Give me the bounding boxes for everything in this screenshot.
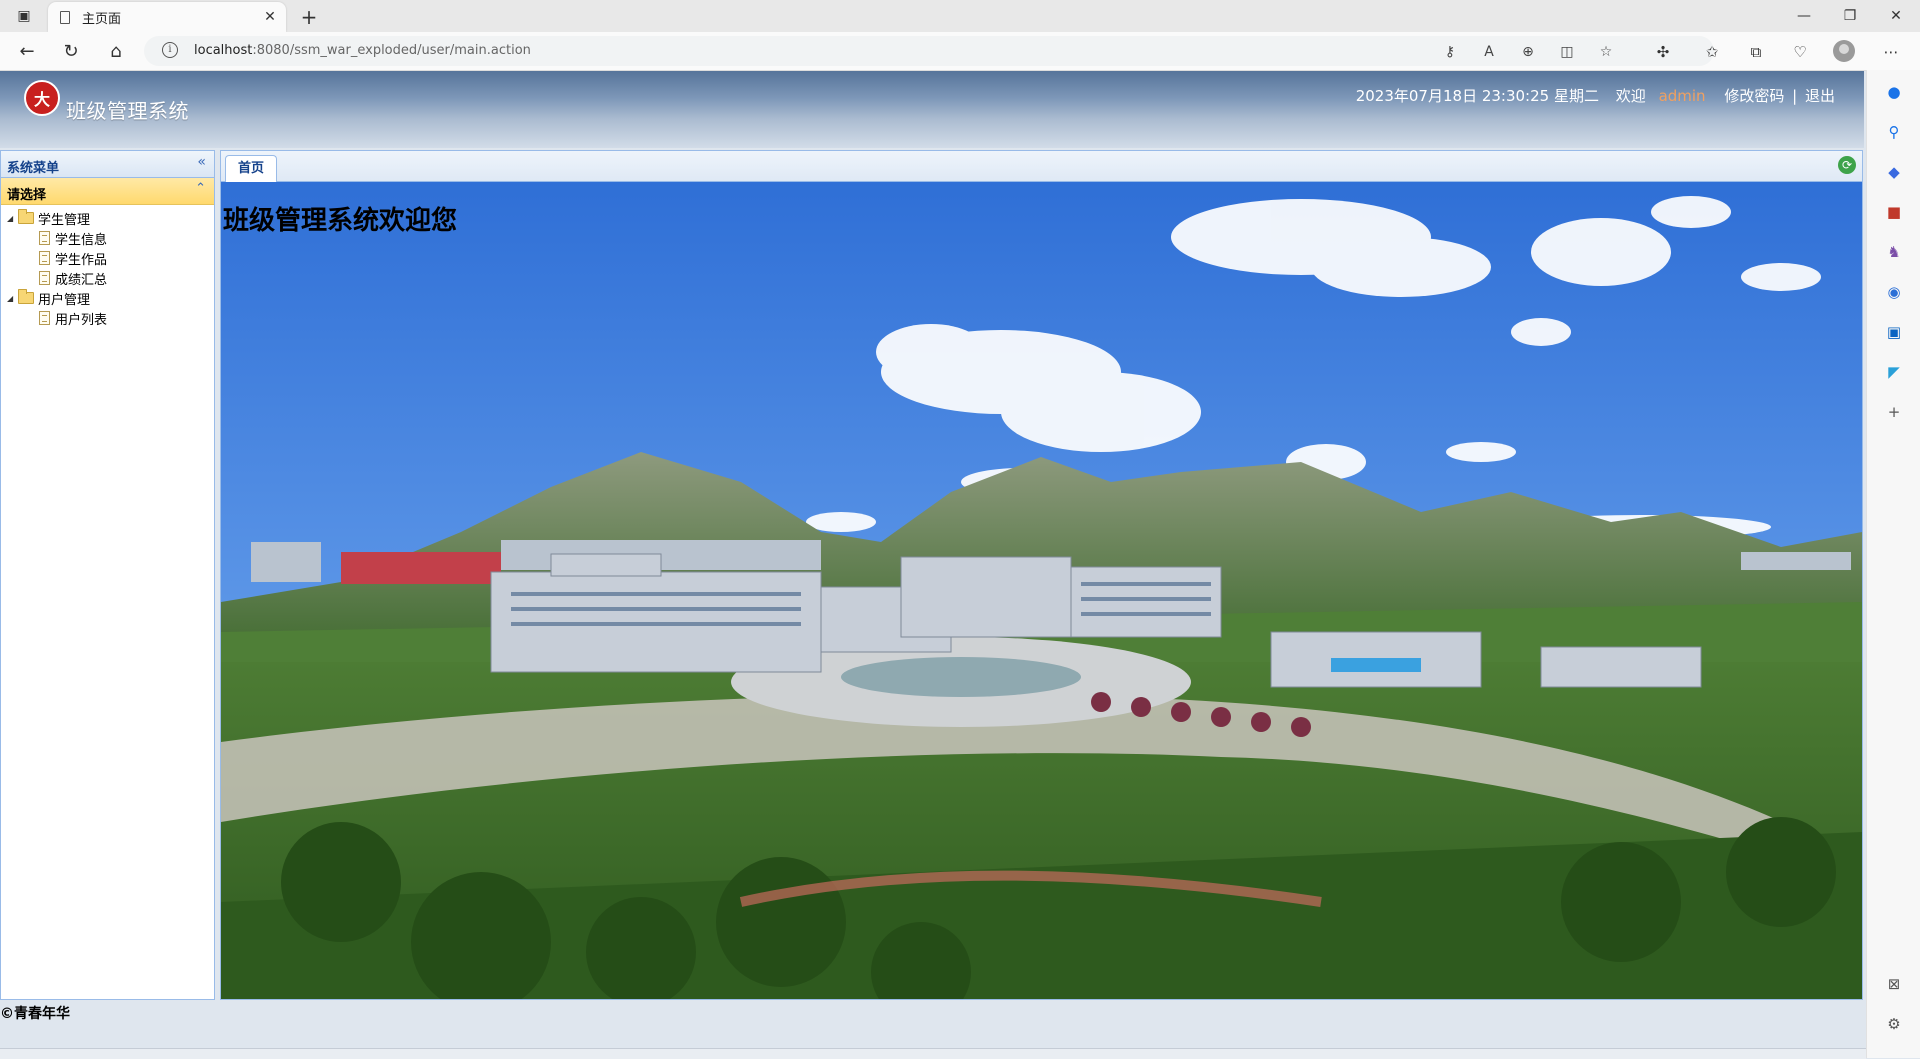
games-icon[interactable]: ♞ <box>1883 241 1905 263</box>
zoom-icon[interactable]: ⊕ <box>1519 43 1537 61</box>
tree-node-label: 学生管理 <box>38 212 91 228</box>
copilot-icon[interactable]: ◉ <box>1883 281 1905 303</box>
change-password-link[interactable]: 修改密码 <box>1724 85 1784 106</box>
main-tab-panel: 首页 ⟳ 班级管理系统欢迎您 <box>220 150 1863 1000</box>
close-tab-icon[interactable]: ✕ <box>260 9 280 25</box>
copyright-footer: ©青春年华 <box>0 1006 70 1022</box>
welcome-label: 欢迎 <box>1615 87 1646 105</box>
add-sidebar-app-icon[interactable]: + <box>1883 401 1905 423</box>
file-icon <box>39 251 50 265</box>
drop-icon[interactable]: ◤ <box>1883 361 1905 383</box>
browser-tab-strip: ▣ 主页面 ✕ + — ❐ ✕ <box>0 0 1920 32</box>
system-menu-panel: 系统菜单 « 请选择 ⌃ ◢ 学生管理 学生信息 学生作品 成绩汇总 ◢ 用户管… <box>0 150 215 1000</box>
browser-essentials-icon[interactable]: ♡ <box>1789 41 1811 63</box>
shopping-tag-icon[interactable]: ◆ <box>1883 161 1905 183</box>
search-icon[interactable]: ⚲ <box>1883 121 1905 143</box>
tree-node-label: 用户管理 <box>38 292 91 308</box>
tree-leaf-label: 成绩汇总 <box>55 272 108 288</box>
close-window-icon[interactable]: ✕ <box>1873 0 1919 32</box>
more-menu-icon[interactable]: ⋯ <box>1880 41 1902 63</box>
read-aloud-icon[interactable]: A <box>1480 43 1498 61</box>
browser-tab[interactable]: 主页面 ✕ <box>48 2 286 32</box>
hide-sidebar-icon[interactable]: ⊠ <box>1883 973 1905 995</box>
site-info-icon[interactable]: i <box>162 42 178 58</box>
header-user-bar: 2023年07月18日 23:30:25 星期二 欢迎 admin 修改密码 |… <box>1356 85 1835 106</box>
outlook-icon[interactable]: ▣ <box>1883 321 1905 343</box>
refresh-icon[interactable]: ↻ <box>56 37 86 65</box>
restore-icon[interactable]: ❐ <box>1827 0 1873 32</box>
tree-leaf-label: 用户列表 <box>55 312 108 328</box>
page-icon <box>60 10 70 24</box>
tree-leaf-label: 学生作品 <box>55 252 108 268</box>
expand-triangle-icon[interactable]: ◢ <box>7 214 16 223</box>
university-logo: 大 <box>24 80 60 116</box>
tab-bar: 首页 ⟳ <box>221 151 1862 182</box>
url-text[interactable]: localhost:8080/ssm_war_exploded/user/mai… <box>194 43 531 58</box>
tools-briefcase-icon[interactable]: ■ <box>1883 201 1905 223</box>
system-menu-title: 系统菜单 <box>7 161 60 176</box>
collections-icon[interactable]: ⧉ <box>1745 41 1767 63</box>
tree-leaf-user-list[interactable]: 用户列表 <box>1 308 214 328</box>
favorites-icon[interactable]: ✩ <box>1701 41 1723 63</box>
tab-actions-icon[interactable]: ▣ <box>10 0 38 32</box>
app-title: 班级管理系统 <box>66 99 189 123</box>
file-icon <box>39 231 50 245</box>
address-bar[interactable]: i localhost:8080/ssm_war_exploded/user/m… <box>144 36 1714 66</box>
tab-home[interactable]: 首页 <box>225 155 278 182</box>
logout-link[interactable]: 退出 <box>1805 85 1835 106</box>
accordion-header[interactable]: 请选择 ⌃ <box>1 178 214 205</box>
browser-toolbar: ← ↻ ⌂ i localhost:8080/ssm_war_exploded/… <box>0 32 1920 71</box>
split-screen-icon[interactable]: ◫ <box>1558 43 1576 61</box>
collapse-section-icon[interactable]: ⌃ <box>195 181 206 196</box>
new-tab-icon[interactable]: + <box>296 4 322 30</box>
tree-node-user-management[interactable]: ◢ 用户管理 <box>1 288 214 308</box>
folder-icon <box>18 289 34 304</box>
menu-tree: ◢ 学生管理 学生信息 学生作品 成绩汇总 ◢ 用户管理 用户列表 <box>1 205 214 328</box>
accordion-title: 请选择 <box>7 188 47 203</box>
key-icon[interactable]: ⚷ <box>1441 43 1459 61</box>
extensions-icon[interactable]: ✣ <box>1652 41 1674 63</box>
tree-leaf-label: 学生信息 <box>55 232 108 248</box>
sidebar-settings-icon[interactable]: ⚙ <box>1883 1013 1905 1035</box>
welcome-heading: 班级管理系统欢迎您 <box>223 206 458 236</box>
favorite-star-icon[interactable]: ☆ <box>1597 43 1615 61</box>
current-username: admin <box>1658 87 1706 105</box>
file-icon <box>39 311 50 325</box>
expand-triangle-icon[interactable]: ◢ <box>7 294 16 303</box>
app-header: 大 班级管理系统 2023年07月18日 23:30:25 星期二 欢迎 adm… <box>0 71 1864 148</box>
link-separator: | <box>1792 87 1798 105</box>
minimize-icon[interactable]: — <box>1781 0 1827 32</box>
browser-tab-title: 主页面 <box>82 11 122 27</box>
folder-icon <box>18 209 34 224</box>
collapse-panel-icon[interactable]: « <box>197 154 206 170</box>
profile-avatar[interactable] <box>1833 40 1855 62</box>
browser-sidebar: ● ⚲ ◆ ■ ♞ ◉ ▣ ◤ + ⊠ ⚙ <box>1866 70 1920 1058</box>
current-datetime: 2023年07月18日 23:30:25 星期二 <box>1355 87 1599 105</box>
tree-leaf-student-info[interactable]: 学生信息 <box>1 228 214 248</box>
home-content: 班级管理系统欢迎您 <box>221 182 1862 999</box>
tree-leaf-score-summary[interactable]: 成绩汇总 <box>1 268 214 288</box>
refresh-tabs-icon[interactable]: ⟳ <box>1838 156 1856 174</box>
tree-leaf-student-works[interactable]: 学生作品 <box>1 248 214 268</box>
system-menu-header: 系统菜单 « <box>1 151 214 178</box>
os-taskbar-edge <box>0 1048 1866 1059</box>
home-icon[interactable]: ⌂ <box>101 37 131 65</box>
file-icon <box>39 271 50 285</box>
notification-bell-icon[interactable]: ● <box>1883 81 1905 103</box>
campus-photo <box>221 182 1862 999</box>
tree-node-student-management[interactable]: ◢ 学生管理 <box>1 208 214 228</box>
back-icon[interactable]: ← <box>12 37 42 65</box>
